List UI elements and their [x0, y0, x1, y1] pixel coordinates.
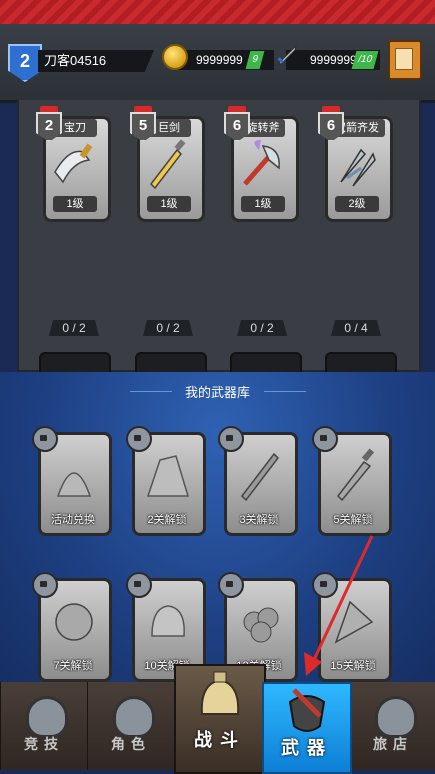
weapon-progress: 0 / 4 [331, 320, 381, 336]
library-weapon-card[interactable]: 10关解锁 [126, 572, 206, 682]
lock-icon [32, 572, 58, 598]
nav-arena[interactable]: 竞技 [0, 682, 88, 770]
lock-icon [312, 426, 338, 452]
equipped-card-3[interactable]: 旋转斧 1级 6 [224, 106, 299, 222]
nav-battle[interactable]: 战斗 [174, 664, 266, 774]
twin-arrows-icon [340, 148, 376, 187]
weapon-level: 1级 [241, 196, 285, 212]
nav-shop[interactable]: 旅店 [349, 682, 435, 770]
weapon-shield-icon [288, 688, 326, 732]
blade-weapon-icon [334, 600, 374, 644]
player-name[interactable]: 刀客04516 [38, 50, 154, 72]
library-caption: 5关解锁 [333, 514, 373, 526]
nav-weapons-label: 武器 [281, 738, 333, 758]
weapon-progress: 0 / 2 [143, 320, 193, 336]
lock-icon [126, 426, 152, 452]
library-caption: 15关解锁 [330, 660, 376, 672]
library-weapon-card[interactable]: 3关解锁 [218, 426, 298, 536]
rock-weapon-icon [146, 455, 190, 497]
weapon-level: 1级 [53, 196, 97, 212]
library-caption: 7关解锁 [53, 660, 93, 672]
lock-icon [218, 572, 244, 598]
lock-icon [312, 572, 338, 598]
dagger-weapon-icon [337, 448, 375, 502]
equipped-card-4[interactable]: 双箭齐发 2级 6 [318, 106, 393, 222]
quest-book-icon[interactable] [388, 40, 422, 80]
library-weapon-card[interactable]: 12关解锁 [218, 572, 298, 682]
top-decor-band [0, 0, 435, 24]
lock-icon [126, 572, 152, 598]
nav-character[interactable]: 角色 [87, 682, 175, 770]
weapon-progress: 0 / 2 [237, 320, 287, 336]
equipped-card-1[interactable]: 宝刀 1级 2 [36, 106, 111, 222]
player-level-badge: 2 [8, 44, 42, 82]
battle-fist-icon [200, 671, 240, 715]
library-caption: 活动兑换 [51, 514, 95, 526]
library-title: 我的武器库 [184, 385, 250, 400]
gold-coin-icon [162, 44, 188, 70]
greatsword-icon [150, 139, 186, 190]
equipped-weapons-panel: 宝刀 1级 2 0 / 2 巨剑 1级 5 0 / 2 旋转斧 1级 6 0 /… [17, 100, 421, 452]
weapon-level: 2级 [335, 196, 379, 212]
nav-weapons[interactable]: 武器 [262, 682, 352, 774]
bomb-cluster-icon [243, 607, 279, 643]
library-caption: 2关解锁 [147, 514, 187, 526]
lock-icon [218, 426, 244, 452]
weapon-progress: 0 / 2 [49, 320, 99, 336]
spinning-axe-icon [243, 140, 280, 186]
energy-sword-icon [277, 44, 297, 65]
equipped-card-2[interactable]: 巨剑 1级 5 [130, 106, 205, 222]
library-weapon-card[interactable]: 5关解锁 [312, 426, 392, 536]
broadsword-icon [54, 143, 93, 184]
nav-character-label: 角色 [111, 736, 151, 752]
locked-shop-icon [375, 696, 417, 738]
top-header: 2 刀客04516 9999999 9 99999999 /10 [0, 24, 435, 103]
nav-arena-label: 竞技 [24, 736, 64, 752]
locked-character-icon [113, 696, 155, 738]
weapon-level: 1级 [147, 196, 191, 212]
nav-battle-label: 战斗 [194, 730, 246, 750]
library-weapon-card[interactable]: 2关解锁 [126, 426, 206, 536]
library-weapon-card[interactable]: 活动兑换 [32, 426, 112, 536]
claw-weapon-icon [55, 603, 93, 641]
exchange-weapon-icon [56, 472, 92, 497]
lock-icon [32, 426, 58, 452]
spear-weapon-icon [241, 452, 279, 502]
locked-arena-icon [26, 696, 68, 738]
weapon-library: 我的武器库 活动兑换 2关解锁 3关解锁 5关解锁 7关解锁 10关解锁 15关… [0, 372, 435, 682]
library-weapon-card[interactable]: 15关解锁 [312, 572, 392, 682]
library-weapon-card[interactable]: 7关解锁 [32, 572, 112, 682]
fist-weapon-icon [151, 605, 185, 637]
nav-shop-label: 旅店 [373, 736, 413, 752]
library-caption: 3关解锁 [239, 514, 279, 526]
